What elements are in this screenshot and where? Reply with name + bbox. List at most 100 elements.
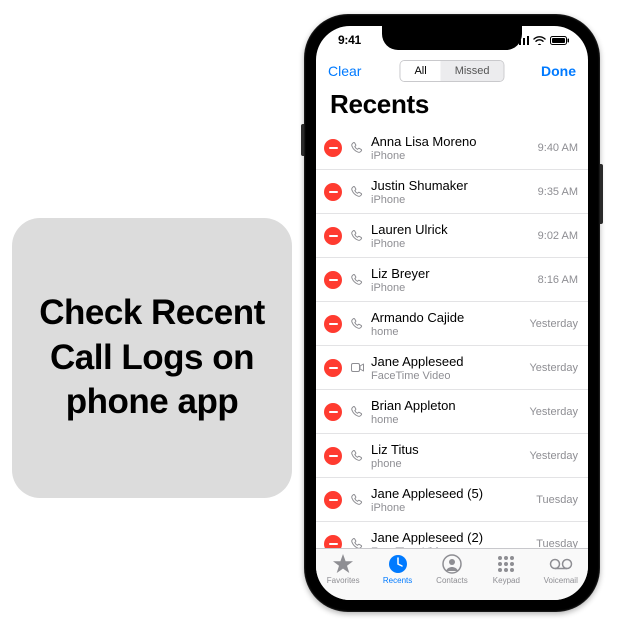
outgoing-call-icon (350, 494, 364, 506)
delete-button[interactable] (324, 447, 342, 465)
tab-favorites[interactable]: Favorites (318, 553, 368, 585)
call-info: Liz BreyeriPhone (371, 266, 532, 294)
caller-name: Armando Cajide (371, 310, 523, 325)
status-icons (515, 36, 570, 45)
call-time: Yesterday (529, 450, 578, 462)
notch (382, 26, 522, 50)
caller-name: Lauren Ulrick (371, 222, 532, 237)
voicemail-icon (549, 553, 573, 575)
call-row[interactable]: Liz Titusphone Yesterday (316, 434, 588, 478)
star-icon (331, 553, 355, 575)
battery-icon (550, 36, 570, 45)
wifi-icon (533, 36, 546, 45)
call-info: Justin ShumakeriPhone (371, 178, 532, 206)
status-time: 9:41 (338, 33, 361, 47)
delete-button[interactable] (324, 227, 342, 245)
clear-button[interactable]: Clear (326, 59, 363, 83)
call-info: Jane AppleseedFaceTime Video (371, 354, 523, 382)
call-time: Yesterday (529, 318, 578, 330)
contact-icon (440, 553, 464, 575)
page-title: Recents (316, 87, 588, 126)
outgoing-call-icon (350, 186, 364, 198)
caller-name: Jane Appleseed (5) (371, 486, 530, 501)
outgoing-call-icon (350, 318, 364, 330)
call-time: 8:16 AM (538, 274, 578, 286)
call-subtitle: FaceTime Video (371, 370, 523, 382)
caller-name: Justin Shumaker (371, 178, 532, 193)
delete-button[interactable] (324, 315, 342, 333)
delete-button[interactable] (324, 359, 342, 377)
delete-button[interactable] (324, 271, 342, 289)
call-info: Liz Titusphone (371, 442, 523, 470)
call-subtitle: iPhone (371, 282, 532, 294)
segment-all[interactable]: All (400, 61, 440, 81)
call-info: Lauren UlrickiPhone (371, 222, 532, 250)
call-row[interactable]: Liz BreyeriPhone 8:16 AM (316, 258, 588, 302)
tab-recents[interactable]: Recents (373, 553, 423, 585)
caller-name: Liz Titus (371, 442, 523, 457)
tab-label: Favorites (327, 576, 360, 585)
caller-name: Brian Appleton (371, 398, 523, 413)
caption-card: Check Recent Call Logs on phone app (12, 218, 292, 498)
segmented-control: All Missed (399, 60, 504, 82)
tab-contacts[interactable]: Contacts (427, 553, 477, 585)
call-row[interactable]: Jane Appleseed (5)iPhone Tuesday (316, 478, 588, 522)
outgoing-call-icon (350, 450, 364, 462)
outgoing-call-icon (350, 230, 364, 242)
call-row[interactable]: Jane Appleseed (2)FaceTime Video Tuesday (316, 522, 588, 548)
call-time: 9:02 AM (538, 230, 578, 242)
caller-name: Anna Lisa Moreno (371, 134, 532, 149)
iphone-frame: 9:41 Clear All Missed Done Recents (304, 14, 600, 612)
outgoing-call-icon (350, 142, 364, 154)
call-row[interactable]: Armando Cajidehome Yesterday (316, 302, 588, 346)
tab-label: Recents (383, 576, 412, 585)
call-time: Tuesday (536, 494, 578, 506)
tab-label: Keypad (493, 576, 520, 585)
call-time: 9:35 AM (538, 186, 578, 198)
outgoing-call-icon (350, 274, 364, 286)
recents-list[interactable]: Anna Lisa MorenoiPhone9:40 AMJustin Shum… (316, 126, 588, 548)
tab-label: Contacts (436, 576, 468, 585)
outgoing-call-icon (350, 538, 364, 548)
done-button[interactable]: Done (539, 59, 578, 83)
clock-icon (386, 553, 410, 575)
call-info: Anna Lisa MorenoiPhone (371, 134, 532, 162)
call-subtitle: iPhone (371, 238, 532, 250)
delete-button[interactable] (324, 491, 342, 509)
outgoing-call-icon (350, 406, 364, 418)
tab-bar: Favorites Recents Contacts (316, 548, 588, 600)
call-subtitle: iPhone (371, 150, 532, 162)
call-time: Yesterday (529, 406, 578, 418)
call-row[interactable]: Anna Lisa MorenoiPhone 9:40 AM (316, 126, 588, 170)
delete-button[interactable] (324, 535, 342, 548)
call-time: 9:40 AM (538, 142, 578, 154)
call-row[interactable]: Jane AppleseedFaceTime Video Yesterday (316, 346, 588, 390)
delete-button[interactable] (324, 183, 342, 201)
call-subtitle: home (371, 414, 523, 426)
call-row[interactable]: Lauren UlrickiPhone 9:02 AM (316, 214, 588, 258)
caption-text: Check Recent Call Logs on phone app (30, 291, 274, 425)
delete-button[interactable] (324, 403, 342, 421)
call-row[interactable]: Justin ShumakeriPhone 9:35 AM (316, 170, 588, 214)
call-time: Yesterday (529, 362, 578, 374)
call-subtitle: iPhone (371, 502, 530, 514)
call-info: Jane Appleseed (2)FaceTime Video (371, 530, 530, 548)
tab-keypad[interactable]: Keypad (481, 553, 531, 585)
call-subtitle: home (371, 326, 523, 338)
call-info: Brian Appletonhome (371, 398, 523, 426)
phone-screen: 9:41 Clear All Missed Done Recents (316, 26, 588, 600)
call-info: Armando Cajidehome (371, 310, 523, 338)
video-icon (350, 363, 364, 372)
call-row[interactable]: Brian Appletonhome Yesterday (316, 390, 588, 434)
call-time: Tuesday (536, 538, 578, 548)
caller-name: Liz Breyer (371, 266, 532, 281)
call-subtitle: phone (371, 458, 523, 470)
call-info: Jane Appleseed (5)iPhone (371, 486, 530, 514)
keypad-icon (494, 553, 518, 575)
tab-label: Voicemail (544, 576, 578, 585)
caller-name: Jane Appleseed (2) (371, 530, 530, 545)
caller-name: Jane Appleseed (371, 354, 523, 369)
delete-button[interactable] (324, 139, 342, 157)
segment-missed[interactable]: Missed (441, 61, 504, 81)
tab-voicemail[interactable]: Voicemail (536, 553, 586, 585)
